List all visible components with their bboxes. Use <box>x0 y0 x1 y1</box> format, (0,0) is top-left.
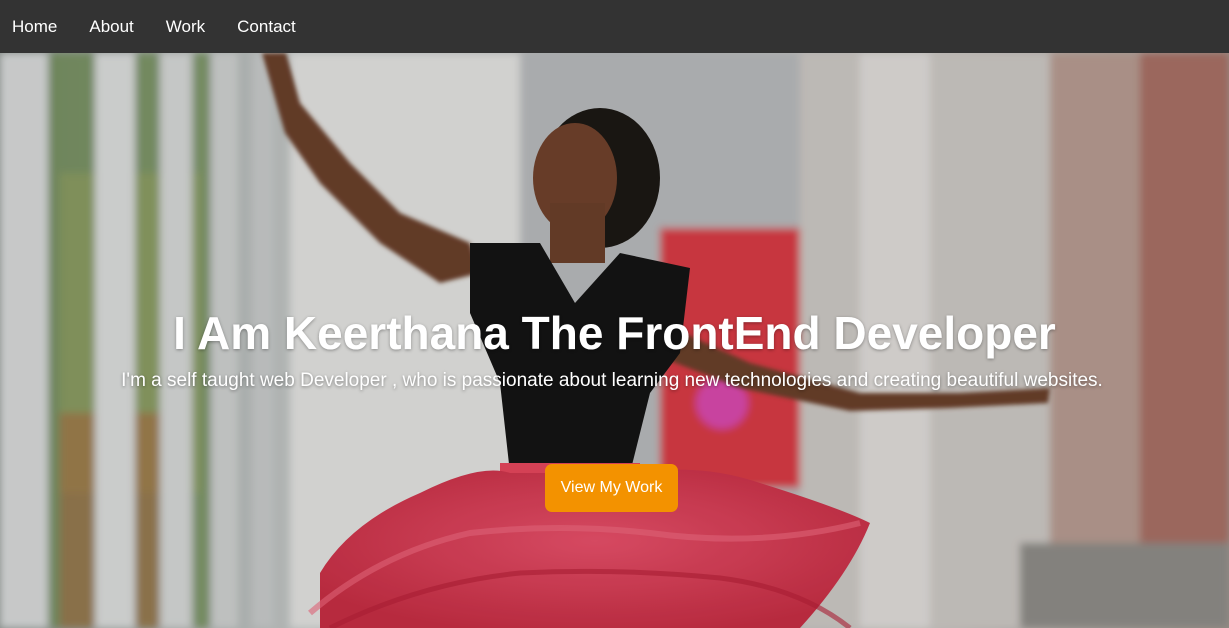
nav-link-home[interactable]: Home <box>12 15 57 39</box>
view-my-work-button[interactable]: View My Work <box>545 464 678 512</box>
hero-content: I Am Keerthana The FrontEnd Developer I'… <box>0 53 1229 628</box>
hero-section: I Am Keerthana The FrontEnd Developer I'… <box>0 53 1229 628</box>
top-navbar: Home About Work Contact <box>0 0 1229 53</box>
nav-link-contact[interactable]: Contact <box>237 15 296 39</box>
nav-link-work[interactable]: Work <box>166 15 205 39</box>
hero-subtitle: I'm a self taught web Developer , who is… <box>121 370 1103 391</box>
hero-title: I Am Keerthana The FrontEnd Developer <box>173 307 1056 359</box>
nav-link-about[interactable]: About <box>89 15 133 39</box>
